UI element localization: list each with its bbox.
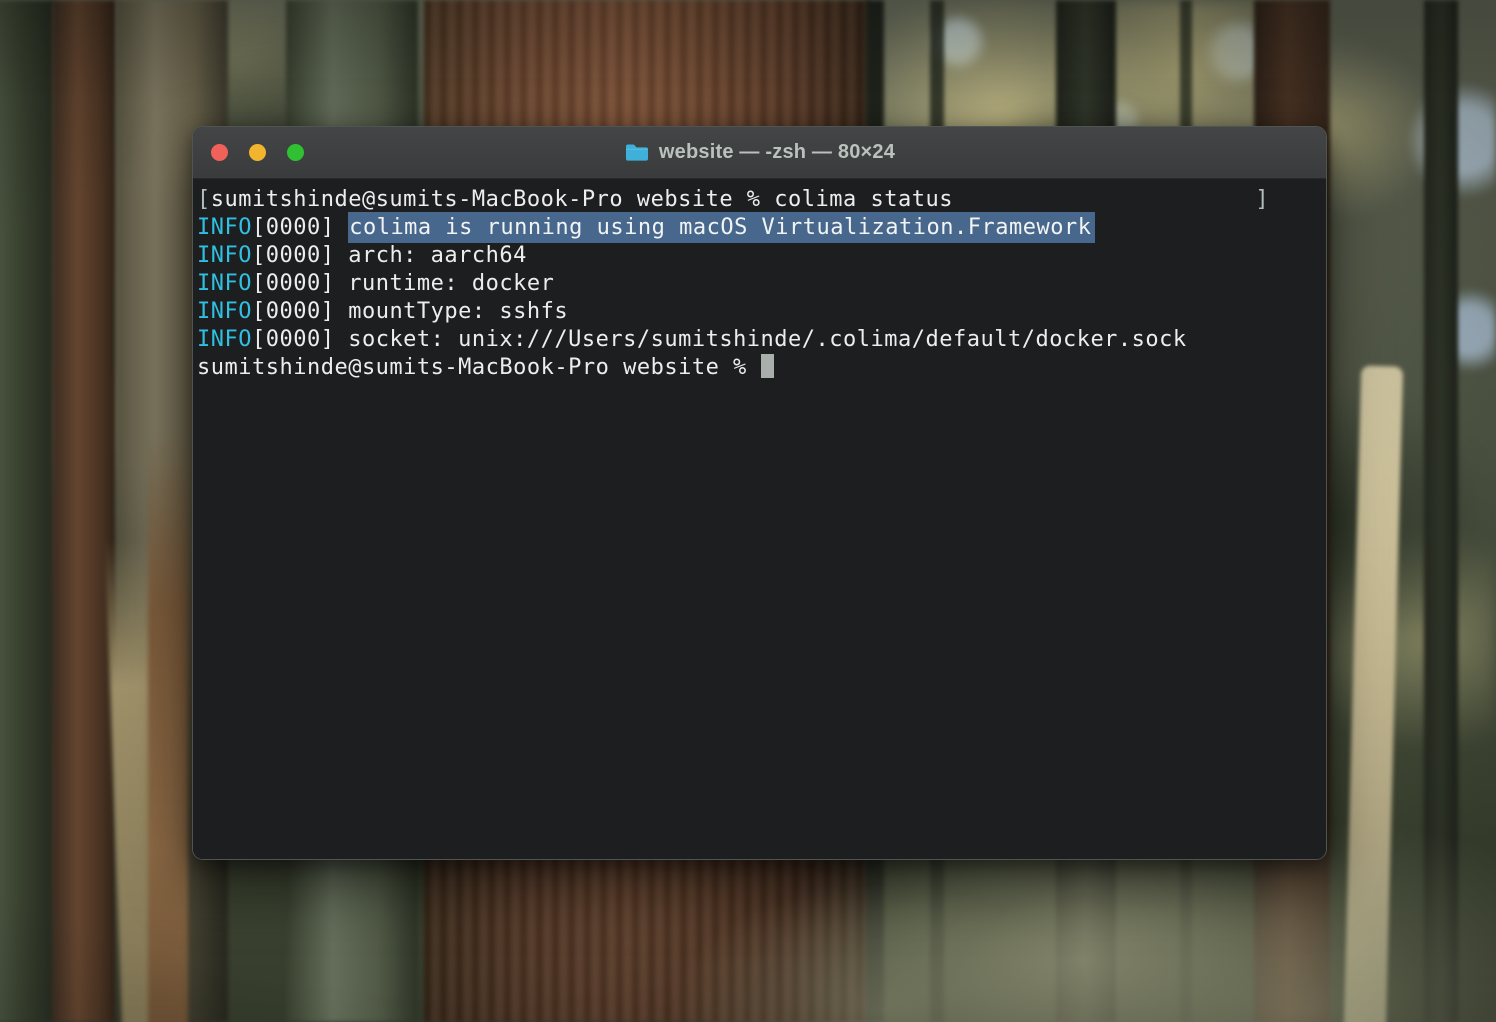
terminal-text-segment: INFO [197,271,252,296]
window-titlebar[interactable]: website — -zsh — 80×24 [193,127,1326,179]
window-title: website — -zsh — 80×24 [659,141,895,164]
terminal-window: website — -zsh — 80×24 [sumitshinde@sumi… [192,126,1327,860]
window-title-group: website — -zsh — 80×24 [624,141,895,164]
terminal-text-segment: socket: unix:///Users/sumitshinde/.colim… [348,327,1186,352]
terminal-text-segment: sumitshinde@sumits-MacBook-Pro website % [197,355,761,380]
terminal-text-segment: colima is running using macOS Virtualiza… [348,212,1095,243]
terminal-text-segment: INFO [197,215,252,240]
terminal-line: [sumitshinde@sumits-MacBook-Pro website … [197,186,1323,214]
terminal-text-segment: INFO [197,299,252,324]
terminal-line: sumitshinde@sumits-MacBook-Pro website % [197,354,1323,382]
terminal-text-segment: [0000] [252,327,348,352]
terminal-line: INFO[0000] runtime: docker [197,270,1323,298]
traffic-lights [211,127,304,178]
folder-icon [624,142,650,163]
terminal-text-segment: ] [1255,187,1269,212]
terminal-text-segment: mountType: sshfs [348,299,568,324]
desktop-wallpaper: website — -zsh — 80×24 [sumitshinde@sumi… [0,0,1496,1022]
terminal-cursor [761,354,774,378]
terminal-line: INFO[0000] colima is running using macOS… [197,214,1323,242]
terminal-text-segment: [0000] [252,215,348,240]
terminal-line: INFO[0000] arch: aarch64 [197,242,1323,270]
terminal-text-segment: [0000] [252,299,348,324]
terminal-text-segment: [0000] [252,243,348,268]
terminal-line: INFO[0000] mountType: sshfs [197,298,1323,326]
terminal-text-segment: INFO [197,327,252,352]
terminal-output: [sumitshinde@sumits-MacBook-Pro website … [197,186,1323,382]
terminal-text-segment: arch: aarch64 [348,243,527,268]
minimize-button[interactable] [249,144,266,161]
terminal-text-segment: sumitshinde@sumits-MacBook-Pro website %… [211,187,953,212]
terminal-text-segment: [0000] [252,271,348,296]
terminal-text-segment [953,187,1255,212]
terminal-line: INFO[0000] socket: unix:///Users/sumitsh… [197,326,1323,354]
terminal-content[interactable]: [sumitshinde@sumits-MacBook-Pro website … [193,180,1326,859]
terminal-text-segment: INFO [197,243,252,268]
terminal-text-segment: [ [197,187,211,212]
zoom-button[interactable] [287,144,304,161]
close-button[interactable] [211,144,228,161]
terminal-text-segment: runtime: docker [348,271,554,296]
